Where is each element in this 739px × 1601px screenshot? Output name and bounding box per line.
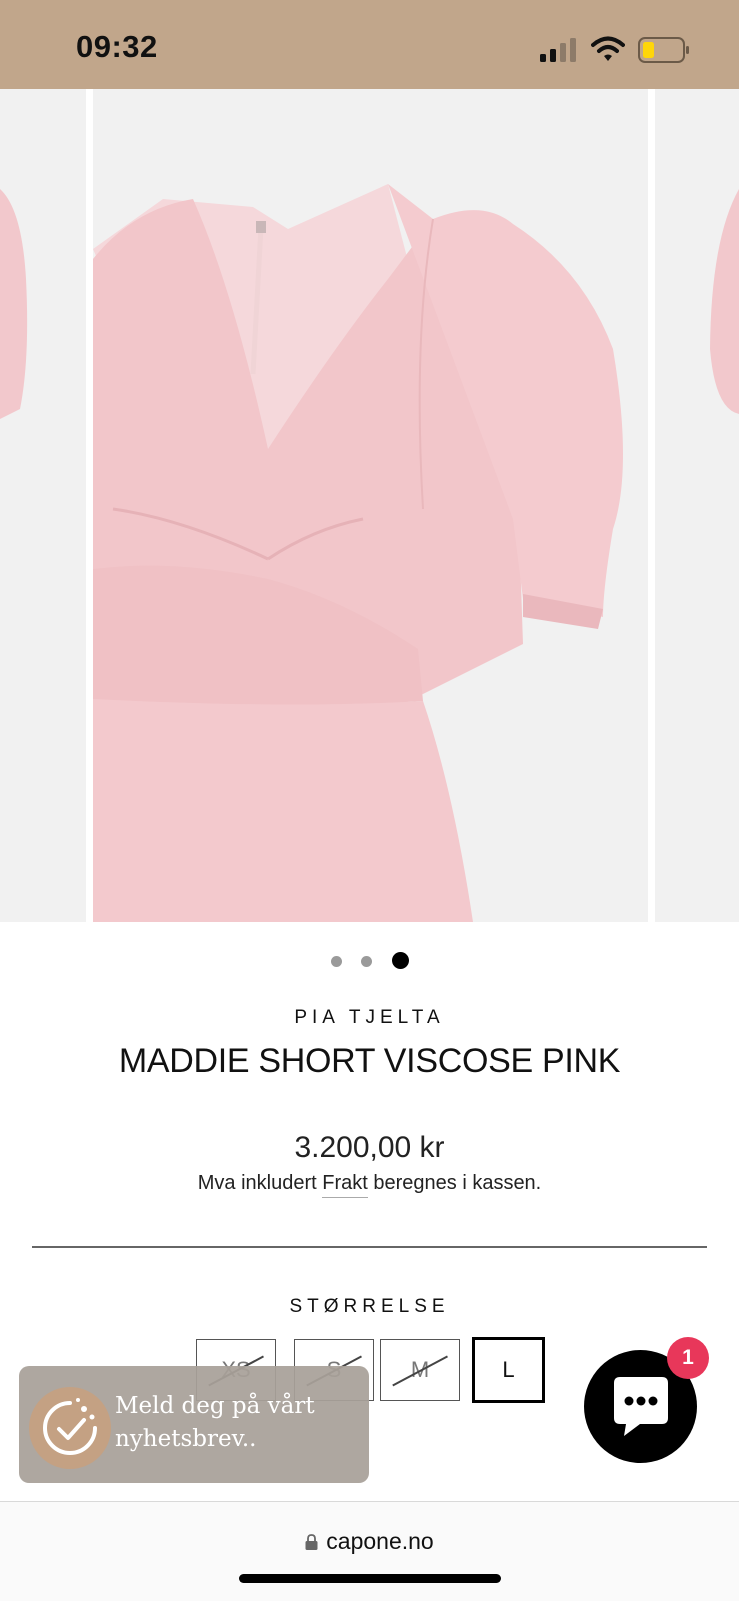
size-label: STØRRELSE [289, 1296, 450, 1317]
product-brand[interactable]: PIA TJELTA [0, 1007, 739, 1029]
divider [32, 1246, 707, 1248]
battery-icon [638, 37, 689, 63]
tax-info: Mva inkludert Frakt beregnes i kassen. [0, 1172, 739, 1198]
newsletter-icon [29, 1387, 111, 1469]
dress-image-partial [710, 189, 739, 414]
url-text: capone.no [326, 1528, 434, 1554]
pagination-dot[interactable] [361, 956, 372, 967]
status-time: 09:32 [76, 29, 158, 64]
gallery-slide-next[interactable] [655, 89, 739, 922]
url-display[interactable]: capone.no [0, 1528, 739, 1555]
wifi-icon [591, 36, 625, 61]
newsletter-text[interactable]: Meld deg på vårt nyhetsbrev.. [115, 1390, 365, 1456]
dress-image-partial [0, 189, 28, 419]
gallery-pagination [0, 950, 739, 970]
cellular-signal-icon [540, 38, 576, 62]
pagination-dot-active[interactable] [392, 952, 409, 969]
gallery-slide-main[interactable] [93, 89, 648, 922]
size-option-label: L [502, 1357, 515, 1382]
chat-notification-badge: 1 [667, 1337, 709, 1379]
cookie-check-icon [43, 1398, 97, 1455]
tax-prefix: Mva inkludert [197, 1172, 317, 1194]
home-indicator [239, 1574, 501, 1583]
size-option-m[interactable]: M [380, 1339, 460, 1401]
browser-url-bar[interactable]: capone.no [0, 1501, 739, 1601]
pagination-dot[interactable] [331, 956, 342, 967]
tax-suffix: beregnes i kassen. [373, 1172, 542, 1194]
product-gallery[interactable] [0, 89, 739, 922]
product-price: 3.200,00 kr [294, 1131, 445, 1164]
status-bar: 09:32 [0, 0, 739, 89]
gallery-slide-previous[interactable] [0, 89, 86, 922]
dress-image [93, 184, 623, 922]
size-option-l[interactable]: L [472, 1337, 545, 1403]
product-title: MADDIE SHORT VISCOSE PINK [118, 1042, 621, 1080]
newsletter-popup[interactable]: Meld deg på vårt nyhetsbrev.. [19, 1366, 369, 1483]
shipping-link[interactable]: Frakt [322, 1172, 368, 1198]
lock-icon [305, 1534, 318, 1550]
